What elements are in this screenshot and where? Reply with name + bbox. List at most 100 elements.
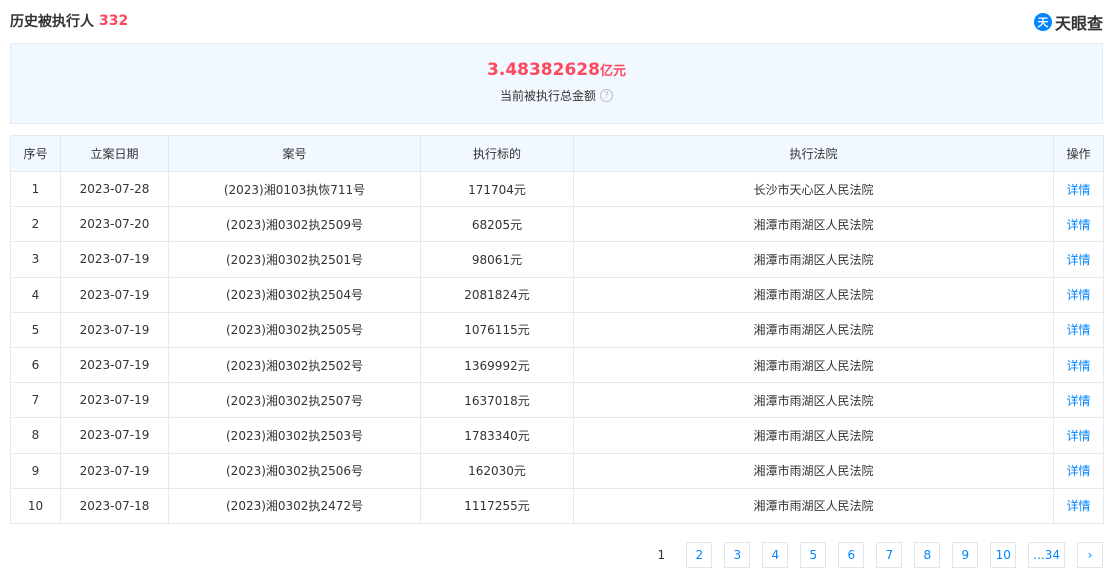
cell-filing-date: 2023-07-19 — [60, 382, 169, 419]
cell-court: 湘潭市雨湖区人民法院 — [573, 241, 1054, 278]
cell-index: 1 — [10, 170, 61, 208]
cell-amount: 162030元 — [420, 452, 574, 489]
details-link[interactable]: 详情 — [1053, 382, 1104, 419]
table-row: 9 2023-07-19 (2023)湘0302执2506号 162030元 湘潭市雨湖… — [10, 452, 1104, 489]
cell-amount: 1117255元 — [420, 487, 574, 524]
details-link[interactable]: 详情 — [1053, 311, 1104, 348]
cell-case-number: (2023)湘0302执2507号 — [168, 382, 421, 419]
table-row: 1 2023-07-28 (2023)湘0103执恢711号 171704元 长沙市天心… — [10, 170, 1104, 208]
page-button[interactable]: ...34 — [1028, 542, 1065, 568]
details-link[interactable]: 详情 — [1053, 346, 1104, 384]
details-link[interactable]: 详情 — [1053, 206, 1104, 243]
page-button[interactable]: 4 — [762, 542, 789, 568]
help-icon[interactable]: ? — [600, 89, 613, 102]
table-row: 8 2023-07-19 (2023)湘0302执2503号 1783340元 湘潭市雨… — [10, 417, 1104, 454]
cell-court: 湘潭市雨湖区人民法院 — [573, 311, 1054, 348]
amount-unit: 亿元 — [599, 64, 626, 79]
page-button[interactable]: 9 — [952, 542, 979, 568]
cell-index: 3 — [10, 241, 61, 278]
page-button[interactable]: 6 — [838, 542, 865, 568]
page-button[interactable]: 10 — [990, 542, 1017, 568]
page-current: 1 — [657, 548, 666, 562]
cell-amount: 1369992元 — [420, 346, 574, 384]
cell-filing-date: 2023-07-19 — [60, 417, 169, 454]
cell-case-number: (2023)湘0302执2501号 — [168, 241, 421, 278]
cell-amount: 1783340元 — [420, 417, 574, 454]
cell-filing-date: 2023-07-28 — [60, 170, 169, 208]
section-header: 历史被执行人 332 天 天眼查 — [10, 10, 1103, 33]
cell-case-number: (2023)湘0302执2506号 — [168, 452, 421, 489]
cell-amount: 98061元 — [420, 241, 574, 278]
cell-filing-date: 2023-07-18 — [60, 487, 169, 524]
header-col-court: 执行法院 — [573, 135, 1054, 172]
cell-index: 7 — [10, 382, 61, 419]
cell-case-number: (2023)湘0302执2472号 — [168, 487, 421, 524]
cell-case-number: (2023)湘0302执2505号 — [168, 311, 421, 348]
section-title: 历史被执行人 — [10, 14, 94, 30]
cell-amount: 171704元 — [420, 170, 574, 208]
record-count: 332 — [99, 13, 129, 29]
cell-case-number: (2023)湘0302执2502号 — [168, 346, 421, 384]
page-button[interactable]: 3 — [724, 542, 751, 568]
cell-index: 8 — [10, 417, 61, 454]
table-row: 6 2023-07-19 (2023)湘0302执2502号 1369992元 湘潭市雨… — [10, 346, 1104, 384]
cell-case-number: (2023)湘0302执2509号 — [168, 206, 421, 243]
cell-court: 湘潭市雨湖区人民法院 — [573, 382, 1054, 419]
table-row: 5 2023-07-19 (2023)湘0302执2505号 1076115元 湘潭市雨… — [10, 311, 1104, 348]
cell-filing-date: 2023-07-19 — [60, 276, 169, 313]
page-button[interactable]: 5 — [800, 542, 827, 568]
pagination: 1 2 3 4 5 6 7 8 9 10 ...34 › — [636, 542, 1103, 568]
details-link[interactable]: 详情 — [1053, 417, 1104, 454]
amount-value: 3.48382628 — [487, 60, 600, 80]
cell-filing-date: 2023-07-19 — [60, 452, 169, 489]
details-link[interactable]: 详情 — [1053, 452, 1104, 489]
table-header-row: 序号 立案日期 案号 执行标的 执行法院 操作 — [10, 135, 1104, 172]
amount-label: 当前被执行总金额 — [499, 89, 596, 103]
cell-filing-date: 2023-07-19 — [60, 241, 169, 278]
header-col-case-number: 案号 — [168, 135, 421, 172]
cell-court: 湘潭市雨湖区人民法院 — [573, 417, 1054, 454]
next-page-icon[interactable]: › — [1077, 542, 1103, 568]
details-link[interactable]: 详情 — [1053, 170, 1104, 208]
cell-case-number: (2023)湘0302执2503号 — [168, 417, 421, 454]
page-button[interactable]: 8 — [914, 542, 941, 568]
cell-index: 2 — [10, 206, 61, 243]
page-button[interactable]: 7 — [876, 542, 903, 568]
cell-court: 湘潭市雨湖区人民法院 — [573, 487, 1054, 524]
tianyancha-logo-icon: 天 — [1033, 13, 1052, 31]
header-col-filing-date: 立案日期 — [60, 135, 169, 172]
cell-filing-date: 2023-07-19 — [60, 346, 169, 384]
cell-amount: 1076115元 — [420, 311, 574, 348]
page-button[interactable]: 2 — [686, 542, 713, 568]
details-link[interactable]: 详情 — [1053, 241, 1104, 278]
details-link[interactable]: 详情 — [1053, 487, 1104, 524]
cell-court: 湘潭市雨湖区人民法院 — [573, 346, 1054, 384]
cell-case-number: (2023)湘0302执2504号 — [168, 276, 421, 313]
enforcement-table: 序号 立案日期 案号 执行标的 执行法院 操作 1 2023-07-28 (2023)湘010… — [10, 135, 1104, 524]
cell-amount: 1637018元 — [420, 382, 574, 419]
brand-name: 天眼查 — [1054, 14, 1103, 33]
header-col-amount: 执行标的 — [420, 135, 574, 172]
table-row: 10 2023-07-18 (2023)湘0302执2472号 1117255元 湘潭市… — [10, 487, 1104, 524]
cell-filing-date: 2023-07-20 — [60, 206, 169, 243]
cell-amount: 2081824元 — [420, 276, 574, 313]
cell-index: 4 — [10, 276, 61, 313]
table-body: 1 2023-07-28 (2023)湘0103执恢711号 171704元 长沙市天心… — [10, 170, 1104, 524]
amount-label-row: 当前被执行总金额 ? — [11, 87, 1102, 104]
total-amount: 3.48382628亿元 — [11, 60, 1102, 80]
summary-panel: 3.48382628亿元 当前被执行总金额 ? — [10, 43, 1103, 124]
cell-filing-date: 2023-07-19 — [60, 311, 169, 348]
table-row: 7 2023-07-19 (2023)湘0302执2507号 1637018元 湘潭市雨… — [10, 382, 1104, 419]
cell-index: 9 — [10, 452, 61, 489]
cell-court: 湘潭市雨湖区人民法院 — [573, 452, 1054, 489]
cell-court: 长沙市天心区人民法院 — [573, 170, 1054, 208]
cell-court: 湘潭市雨湖区人民法院 — [573, 206, 1054, 243]
cell-index: 10 — [10, 487, 61, 524]
cell-index: 6 — [10, 346, 61, 384]
table-row: 3 2023-07-19 (2023)湘0302执2501号 98061元 湘潭市雨湖区… — [10, 241, 1104, 278]
details-link[interactable]: 详情 — [1053, 276, 1104, 313]
table-row: 2 2023-07-20 (2023)湘0302执2509号 68205元 湘潭市雨湖区… — [10, 206, 1104, 243]
cell-case-number: (2023)湘0103执恢711号 — [168, 170, 421, 208]
header-col-action: 操作 — [1053, 135, 1104, 172]
table-row: 4 2023-07-19 (2023)湘0302执2504号 2081824元 湘潭市雨… — [10, 276, 1104, 313]
